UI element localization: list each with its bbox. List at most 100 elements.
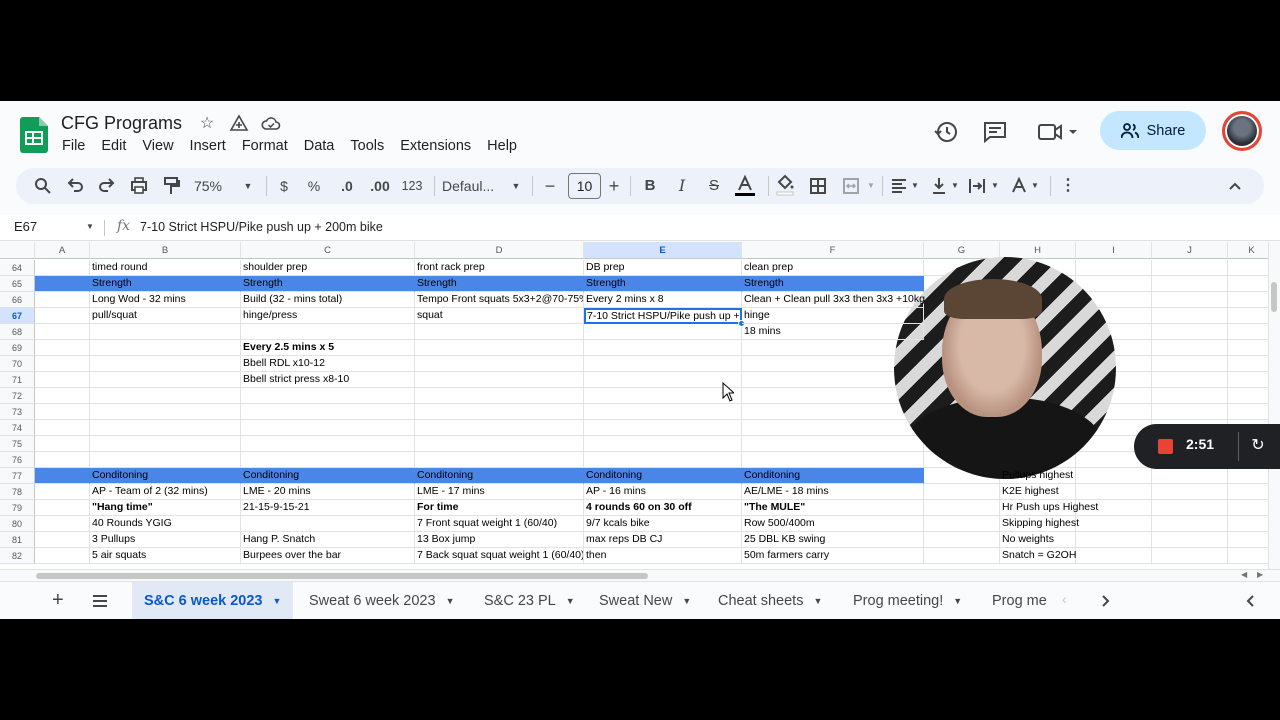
cell-j71[interactable] (1152, 372, 1228, 388)
cell-c67[interactable]: hinge/press (241, 308, 415, 324)
cell-f67[interactable]: hinge (742, 308, 924, 324)
cell-c72[interactable] (241, 388, 415, 404)
cell-e79[interactable]: 4 rounds 60 on 30 off (584, 500, 742, 516)
cell-g81[interactable] (924, 532, 1000, 548)
cell-k66[interactable] (1228, 292, 1268, 308)
cell-j70[interactable] (1152, 356, 1228, 372)
chevron-down-icon[interactable]: ▼ (950, 168, 960, 204)
cell-d71[interactable] (415, 372, 584, 388)
cell-g82[interactable] (924, 548, 1000, 564)
cell-i82[interactable] (1076, 548, 1152, 564)
horizontal-scrollbar[interactable]: ◀ ▶ (0, 569, 1280, 581)
cell-e74[interactable] (584, 420, 742, 436)
cell-d67[interactable]: squat (415, 308, 584, 324)
cell-f78[interactable]: AE/LME - 18 mins (742, 484, 924, 500)
cell-k81[interactable] (1228, 532, 1268, 548)
cell-a79[interactable] (35, 500, 90, 516)
menu-help[interactable]: Help (487, 137, 525, 155)
cell-c64[interactable]: shoulder prep (241, 260, 415, 276)
column-header-f[interactable]: F (742, 242, 924, 259)
cell-h81[interactable]: No weights (1000, 532, 1076, 548)
row-header-80[interactable]: 80 (0, 516, 35, 532)
menu-format[interactable]: Format (242, 137, 296, 155)
italic-button[interactable]: I (674, 168, 690, 204)
next-sheets-icon[interactable] (1100, 594, 1112, 608)
horizontal-scroll-thumb[interactable] (36, 573, 648, 579)
explore-collapse-icon[interactable] (1244, 594, 1256, 608)
column-header-b[interactable]: B (90, 242, 241, 259)
cell-a78[interactable] (35, 484, 90, 500)
chevron-down-icon[interactable]: ▼ (242, 168, 254, 204)
cell-c71[interactable]: Bbell strict press x8-10 (241, 372, 415, 388)
restart-recording-icon[interactable]: ↻ (1246, 434, 1270, 458)
cell-e69[interactable] (584, 340, 742, 356)
cell-c70[interactable]: Bbell RDL x10-12 (241, 356, 415, 372)
cell-g80[interactable] (924, 516, 1000, 532)
cell-c69[interactable]: Every 2.5 mins x 5 (241, 340, 415, 356)
cell-d81[interactable]: 13 Box jump (415, 532, 584, 548)
vertical-align-icon[interactable] (930, 168, 948, 204)
bold-button[interactable]: B (642, 168, 658, 204)
row-header-72[interactable]: 72 (0, 388, 35, 404)
cell-e81[interactable]: max reps DB CJ (584, 532, 742, 548)
cell-b80[interactable]: 40 Rounds YGIG (90, 516, 241, 532)
sheets-logo-icon[interactable] (20, 117, 48, 153)
cell-i80[interactable] (1076, 516, 1152, 532)
cell-i81[interactable] (1076, 532, 1152, 548)
text-rotation-icon[interactable] (1010, 168, 1028, 204)
cell-k79[interactable] (1228, 500, 1268, 516)
cell-c79[interactable]: 21-15-9-15-21 (241, 500, 415, 516)
version-history-icon[interactable] (933, 119, 959, 145)
formula-input[interactable]: 7-10 Strict HSPU/Pike push up + 200m bik… (140, 220, 383, 234)
cell-a73[interactable] (35, 404, 90, 420)
chevron-down-icon[interactable]: ▼ (813, 582, 822, 619)
cell-d73[interactable] (415, 404, 584, 420)
cell-h82[interactable]: Snatch = G2OH (1000, 548, 1076, 564)
chevron-down-icon[interactable]: ▼ (682, 582, 691, 619)
webcam-overlay[interactable] (894, 257, 1116, 479)
sheet-tab-sc-23-pl[interactable]: S&C 23 PL ▼ (472, 582, 587, 619)
cell-k82[interactable] (1228, 548, 1268, 564)
row-header-66[interactable]: 66 (0, 292, 35, 308)
cell-d66[interactable]: Tempo Front squats 5x3+2@70-75% (415, 292, 584, 308)
cloud-status-icon[interactable] (261, 114, 281, 134)
cell-k65[interactable] (1228, 276, 1268, 292)
cell-d76[interactable] (415, 452, 584, 468)
menu-insert[interactable]: Insert (190, 137, 234, 155)
column-header-d[interactable]: D (415, 242, 584, 259)
cell-h77[interactable]: Pullups highest (1000, 468, 1076, 484)
cell-e64[interactable]: DB prep (584, 260, 742, 276)
chevron-down-icon[interactable]: ▼ (566, 582, 575, 619)
cell-f79[interactable]: "The MULE" (742, 500, 924, 516)
name-box[interactable]: E67 (14, 219, 37, 234)
chevron-down-icon[interactable]: ▼ (1030, 168, 1040, 204)
menu-file[interactable]: File (62, 137, 93, 155)
cell-d77[interactable]: Conditoning (415, 468, 584, 484)
print-icon[interactable] (130, 168, 148, 204)
cell-k71[interactable] (1228, 372, 1268, 388)
cell-c65[interactable]: Strength (241, 276, 415, 292)
sheet-tab-sweat-6-week-2023[interactable]: Sweat 6 week 2023 ▼ (297, 582, 466, 619)
row-header-65[interactable]: 65 (0, 276, 35, 292)
cell-c77[interactable]: Conditoning (241, 468, 415, 484)
cell-e80[interactable]: 9/7 kcals bike (584, 516, 742, 532)
cell-e78[interactable]: AP - 16 mins (584, 484, 742, 500)
cell-e72[interactable] (584, 388, 742, 404)
row-header-77[interactable]: 77 (0, 468, 35, 484)
cell-a82[interactable] (35, 548, 90, 564)
scroll-left-icon[interactable]: ◀ (1241, 570, 1247, 579)
cell-e67[interactable]: 7-10 Strict HSPU/Pike push up + 200m bik… (584, 308, 742, 324)
number-format-button[interactable]: 123 (400, 168, 424, 204)
cell-k70[interactable] (1228, 356, 1268, 372)
cell-a77[interactable] (35, 468, 90, 484)
sheet-tab-prog-me[interactable]: Prog me (980, 582, 1046, 619)
sheet-tab-prog-meeting[interactable]: Prog meeting! ▼ (841, 582, 974, 619)
menu-data[interactable]: Data (304, 137, 343, 155)
chevron-down-icon[interactable]: ▼ (273, 582, 282, 619)
cell-f80[interactable]: Row 500/400m (742, 516, 924, 532)
row-header-76[interactable]: 76 (0, 452, 35, 468)
cell-b71[interactable] (90, 372, 241, 388)
row-header-74[interactable]: 74 (0, 420, 35, 436)
cell-e77[interactable]: Conditoning (584, 468, 742, 484)
cell-k64[interactable] (1228, 260, 1268, 276)
